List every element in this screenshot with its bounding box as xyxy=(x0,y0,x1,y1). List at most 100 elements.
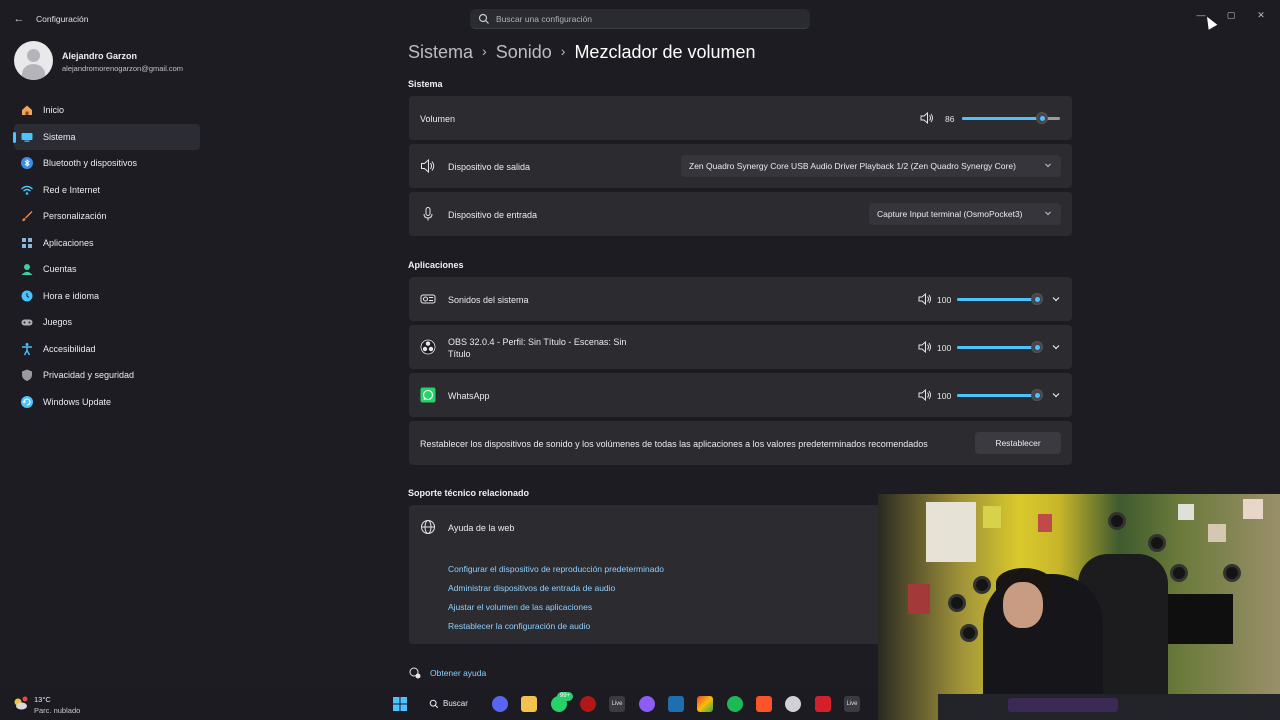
speaker-icon[interactable] xyxy=(920,112,934,124)
sidebar-item-inicio[interactable]: Inicio xyxy=(14,97,200,124)
link-manage-input[interactable]: Administrar dispositivos de entrada de a… xyxy=(448,583,615,593)
webcam-overlay xyxy=(878,494,1280,720)
search-box[interactable] xyxy=(470,9,810,29)
app-volume-slider[interactable] xyxy=(957,293,1043,305)
weather-icon xyxy=(14,696,28,710)
output-device-label: Dispositivo de salida xyxy=(448,162,531,172)
arc-icon[interactable] xyxy=(639,696,655,712)
app-row-obs: OBS 32.0.4 - Perfil: Sin Título - Escena… xyxy=(409,325,1072,369)
section-title-soporte: Soporte técnico relacionado xyxy=(408,488,530,498)
chevron-down-icon[interactable] xyxy=(1050,293,1062,305)
section-title-aplicaciones: Aplicaciones xyxy=(408,260,464,270)
sidebar-item-label: Aplicaciones xyxy=(43,237,94,248)
link-adjust-volume[interactable]: Ajustar el volumen de las aplicaciones xyxy=(448,602,592,612)
slider-thumb[interactable] xyxy=(1036,112,1048,124)
discord-icon[interactable] xyxy=(492,696,508,712)
sidebar-item-cuentas[interactable]: Cuentas xyxy=(14,256,200,283)
get-help-link[interactable]: Obtener ayuda xyxy=(430,668,486,678)
home-icon xyxy=(22,105,32,115)
master-volume-slider[interactable] xyxy=(962,112,1060,124)
script-app-icon[interactable] xyxy=(668,696,684,712)
breadcrumb-sistema[interactable]: Sistema xyxy=(408,42,473,62)
sidebar-item-red[interactable]: Red e Internet xyxy=(14,177,200,204)
live-app-icon-2[interactable]: Live xyxy=(844,696,860,712)
taskbar-search-label: Buscar xyxy=(443,699,468,708)
settings-gear-icon[interactable] xyxy=(785,696,801,712)
file-explorer-icon[interactable] xyxy=(521,696,537,712)
obs-icon xyxy=(420,339,436,355)
sidebar-item-label: Sistema xyxy=(43,131,76,142)
speaker-icon[interactable] xyxy=(918,389,932,401)
wifi-icon xyxy=(21,185,33,195)
sidebar-item-sistema[interactable]: Sistema xyxy=(13,123,200,150)
live-app-icon[interactable]: Live xyxy=(609,696,625,712)
input-device-card: Dispositivo de entrada Capture Input ter… xyxy=(409,192,1072,236)
search-icon xyxy=(478,13,489,24)
app-name: WhatsApp xyxy=(448,391,490,401)
sidebar-item-label: Privacidad y seguridad xyxy=(43,370,135,380)
sidebar-item-personalizacion[interactable]: Personalización xyxy=(14,203,200,230)
weather-widget[interactable]: 13°C Parc. nublado xyxy=(12,693,102,717)
chevron-down-icon[interactable] xyxy=(1050,341,1062,353)
brave-icon[interactable] xyxy=(756,696,772,712)
app-name-line1: OBS 32.0.4 - Perfil: Sin Título - Escena… xyxy=(448,337,627,347)
chevron-down-icon[interactable] xyxy=(1050,389,1062,401)
volume-card: Volumen 86 xyxy=(409,96,1072,140)
opera-icon[interactable] xyxy=(580,696,596,712)
app-volume-slider[interactable] xyxy=(957,389,1043,401)
app-volume-value: 100 xyxy=(937,295,952,305)
profile-email: alejandromorenogarzon@gmail.com xyxy=(62,64,184,73)
breadcrumb-sonido[interactable]: Sonido xyxy=(496,42,552,62)
slider-thumb[interactable] xyxy=(1031,293,1043,305)
app-volume-slider[interactable] xyxy=(957,341,1043,353)
sidebar-item-label: Red e Internet xyxy=(43,184,101,195)
profile-name: Alejandro Garzon xyxy=(62,51,138,61)
gamepad-icon xyxy=(21,319,33,326)
office-icon[interactable] xyxy=(697,696,713,712)
weather-description: Parc. nublado xyxy=(34,706,81,715)
sidebar-nav: Inicio Sistema Bluetooth y dispositivos … xyxy=(13,97,200,416)
breadcrumb-separator: › xyxy=(482,43,487,59)
search-icon xyxy=(429,699,439,709)
app-name: Sonidos del sistema xyxy=(448,295,529,305)
user-profile[interactable]: Alejandro Garzon alejandromorenogarzon@g… xyxy=(14,41,204,81)
output-device-dropdown[interactable]: Zen Quadro Synergy Core USB Audio Driver… xyxy=(681,155,1061,177)
link-configure-playback[interactable]: Configurar el dispositivo de reproducció… xyxy=(448,564,664,574)
apps-icon xyxy=(22,237,32,248)
reset-button[interactable]: Restablecer xyxy=(975,432,1061,454)
input-device-dropdown[interactable]: Capture Input terminal (OsmoPocket3) xyxy=(869,203,1061,225)
maximize-button[interactable]: ▢ xyxy=(1221,8,1241,22)
slider-thumb[interactable] xyxy=(1031,341,1043,353)
sidebar-item-privacidad[interactable]: Privacidad y seguridad xyxy=(14,362,200,389)
app-title: Configuración xyxy=(36,14,89,24)
sidebar-item-bluetooth[interactable]: Bluetooth y dispositivos xyxy=(14,150,200,177)
sidebar-item-aplicaciones[interactable]: Aplicaciones xyxy=(14,230,200,257)
taskbar-search[interactable]: Buscar xyxy=(425,696,475,712)
reset-description: Restablecer los dispositivos de sonido y… xyxy=(420,439,928,449)
output-device-value: Zen Quadro Synergy Core USB Audio Driver… xyxy=(689,161,1016,171)
sidebar-item-label: Windows Update xyxy=(43,396,112,407)
speaker-icon[interactable] xyxy=(918,293,932,305)
sidebar-item-label: Juegos xyxy=(43,317,73,327)
acrobat-icon[interactable] xyxy=(815,696,831,712)
search-input[interactable] xyxy=(496,11,796,27)
notification-badge: 99+ xyxy=(557,692,573,701)
link-reset-audio[interactable]: Restablecer la configuración de audio xyxy=(448,621,590,631)
web-help-label[interactable]: Ayuda de la web xyxy=(448,523,514,533)
slider-thumb[interactable] xyxy=(1031,389,1043,401)
sidebar-item-juegos[interactable]: Juegos xyxy=(14,309,200,336)
sidebar-item-hora[interactable]: Hora e idioma xyxy=(14,283,200,310)
spotify-icon[interactable] xyxy=(727,696,743,712)
mouse-cursor xyxy=(1202,14,1218,30)
close-button[interactable]: ✕ xyxy=(1251,8,1271,22)
system-sounds-icon xyxy=(420,294,436,304)
back-button[interactable]: ← xyxy=(10,11,28,27)
windows-start-icon[interactable] xyxy=(392,696,408,712)
speaker-icon[interactable] xyxy=(918,341,932,353)
weather-temperature: 13°C xyxy=(34,695,51,704)
sidebar-item-accesibilidad[interactable]: Accesibilidad xyxy=(14,336,200,363)
sidebar-item-label: Accesibilidad xyxy=(43,343,96,354)
sidebar-item-label: Hora e idioma xyxy=(43,290,100,301)
sidebar-item-windows-update[interactable]: Windows Update xyxy=(14,389,200,416)
volume-label: Volumen xyxy=(420,114,456,124)
